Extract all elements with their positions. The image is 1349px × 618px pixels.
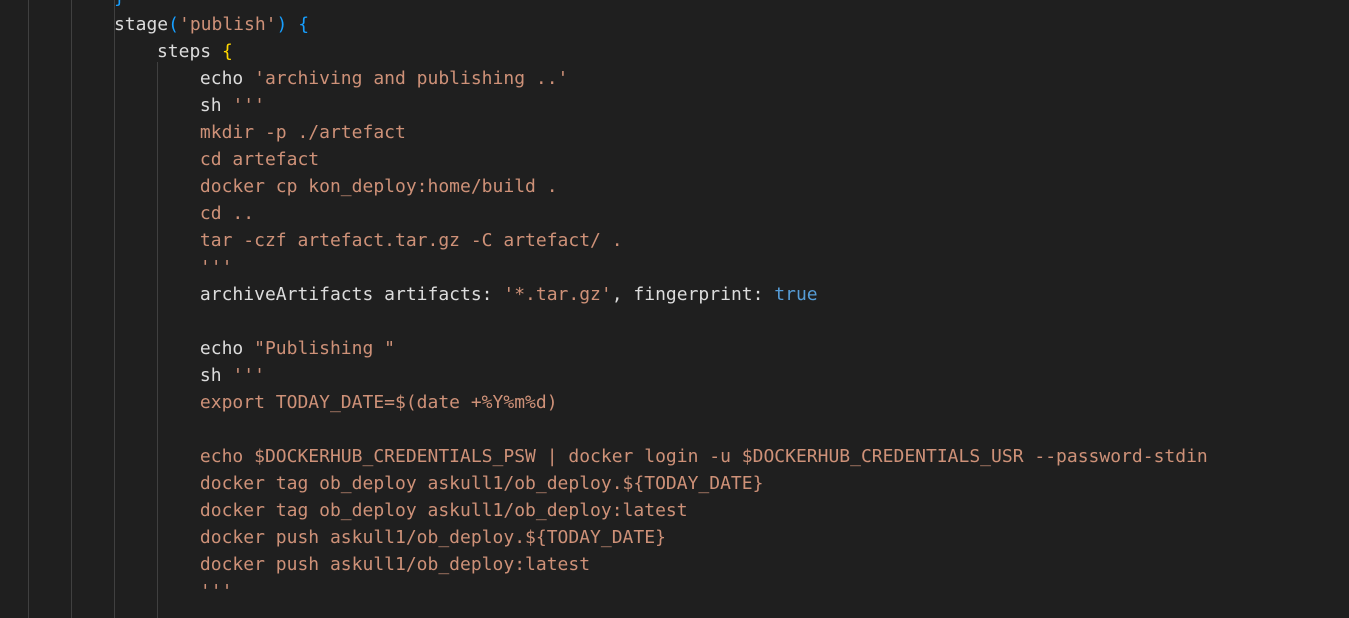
- code-token: docker push askull1/ob_deploy:latest: [199, 554, 591, 575]
- code-token: archiveArtifacts artifacts:: [199, 284, 504, 305]
- code-line[interactable]: echo $DOCKERHUB_CREDENTIALS_PSW | docker…: [200, 443, 1208, 470]
- code-line[interactable]: ''': [200, 578, 233, 605]
- indent-guide: [114, 0, 115, 618]
- code-token: sh: [199, 95, 233, 116]
- code-token: "Publishing ": [254, 338, 395, 359]
- code-line[interactable]: ''': [200, 254, 233, 281]
- code-token: 'archiving and publishing ..': [254, 68, 569, 89]
- code-line[interactable]: docker tag ob_deploy askull1/ob_deploy.$…: [200, 470, 764, 497]
- code-token: ''': [232, 95, 265, 116]
- code-token: {: [221, 41, 233, 62]
- code-token: }: [114, 0, 125, 8]
- code-line[interactable]: cd artefact: [200, 146, 319, 173]
- code-line[interactable]: stage('publish') {: [114, 11, 309, 38]
- code-token: mkdir -p ./artefact: [199, 122, 406, 143]
- code-token: stage: [113, 14, 169, 35]
- code-token: (: [168, 14, 179, 35]
- code-token: , fingerprint:: [611, 284, 775, 305]
- code-line[interactable]: archiveArtifacts artifacts: '*.tar.gz', …: [200, 281, 818, 308]
- code-line[interactable]: echo "Publishing ": [200, 335, 395, 362]
- code-line[interactable]: docker push askull1/ob_deploy:latest: [200, 551, 590, 578]
- indent-guide: [28, 0, 29, 618]
- code-token: steps: [156, 41, 222, 62]
- code-line[interactable]: cd ..: [200, 200, 254, 227]
- code-token: cd artefact: [199, 149, 320, 170]
- code-token: echo: [199, 338, 255, 359]
- code-token: tar -czf artefact.tar.gz -C artefact/ .: [199, 230, 623, 251]
- code-token: '*.tar.gz': [503, 284, 612, 305]
- code-token: docker push askull1/ob_deploy.${TODAY_DA…: [199, 527, 666, 548]
- code-token: docker tag ob_deploy askull1/ob_deploy:l…: [199, 500, 688, 521]
- code-line[interactable]: docker tag ob_deploy askull1/ob_deploy:l…: [200, 497, 688, 524]
- code-token: ''': [199, 257, 233, 278]
- indent-guide: [71, 0, 72, 618]
- code-token: echo: [199, 68, 255, 89]
- code-token: {: [298, 14, 310, 35]
- code-token: ): [276, 14, 288, 35]
- code-line[interactable]: mkdir -p ./artefact: [200, 119, 406, 146]
- code-token: ''': [199, 581, 233, 602]
- code-line[interactable]: tar -czf artefact.tar.gz -C artefact/ .: [200, 227, 623, 254]
- code-token: export TODAY_DATE=$(date +%Y%m%d): [199, 392, 558, 413]
- code-token: sh: [199, 365, 233, 386]
- code-line[interactable]: sh ''': [200, 362, 265, 389]
- code-token: 'publish': [178, 14, 277, 35]
- code-token: docker cp kon_deploy:home/build .: [199, 176, 558, 197]
- code-token: true: [774, 284, 818, 305]
- code-line[interactable]: export TODAY_DATE=$(date +%Y%m%d): [200, 389, 558, 416]
- code-line[interactable]: sh ''': [200, 92, 265, 119]
- code-line[interactable]: echo 'archiving and publishing ..': [200, 65, 568, 92]
- code-line[interactable]: steps {: [157, 38, 233, 65]
- code-token: docker tag ob_deploy askull1/ob_deploy.$…: [199, 473, 764, 494]
- code-line[interactable]: docker push askull1/ob_deploy.${TODAY_DA…: [200, 524, 666, 551]
- code-line[interactable]: }: [114, 0, 125, 11]
- code-token: ''': [232, 365, 265, 386]
- code-editor[interactable]: }stage('publish') {steps {echo 'archivin…: [0, 0, 1349, 618]
- code-token: cd ..: [199, 203, 255, 224]
- code-token: echo $DOCKERHUB_CREDENTIALS_PSW | docker…: [199, 446, 1208, 467]
- code-line[interactable]: docker cp kon_deploy:home/build .: [200, 173, 558, 200]
- indent-guide: [157, 62, 158, 618]
